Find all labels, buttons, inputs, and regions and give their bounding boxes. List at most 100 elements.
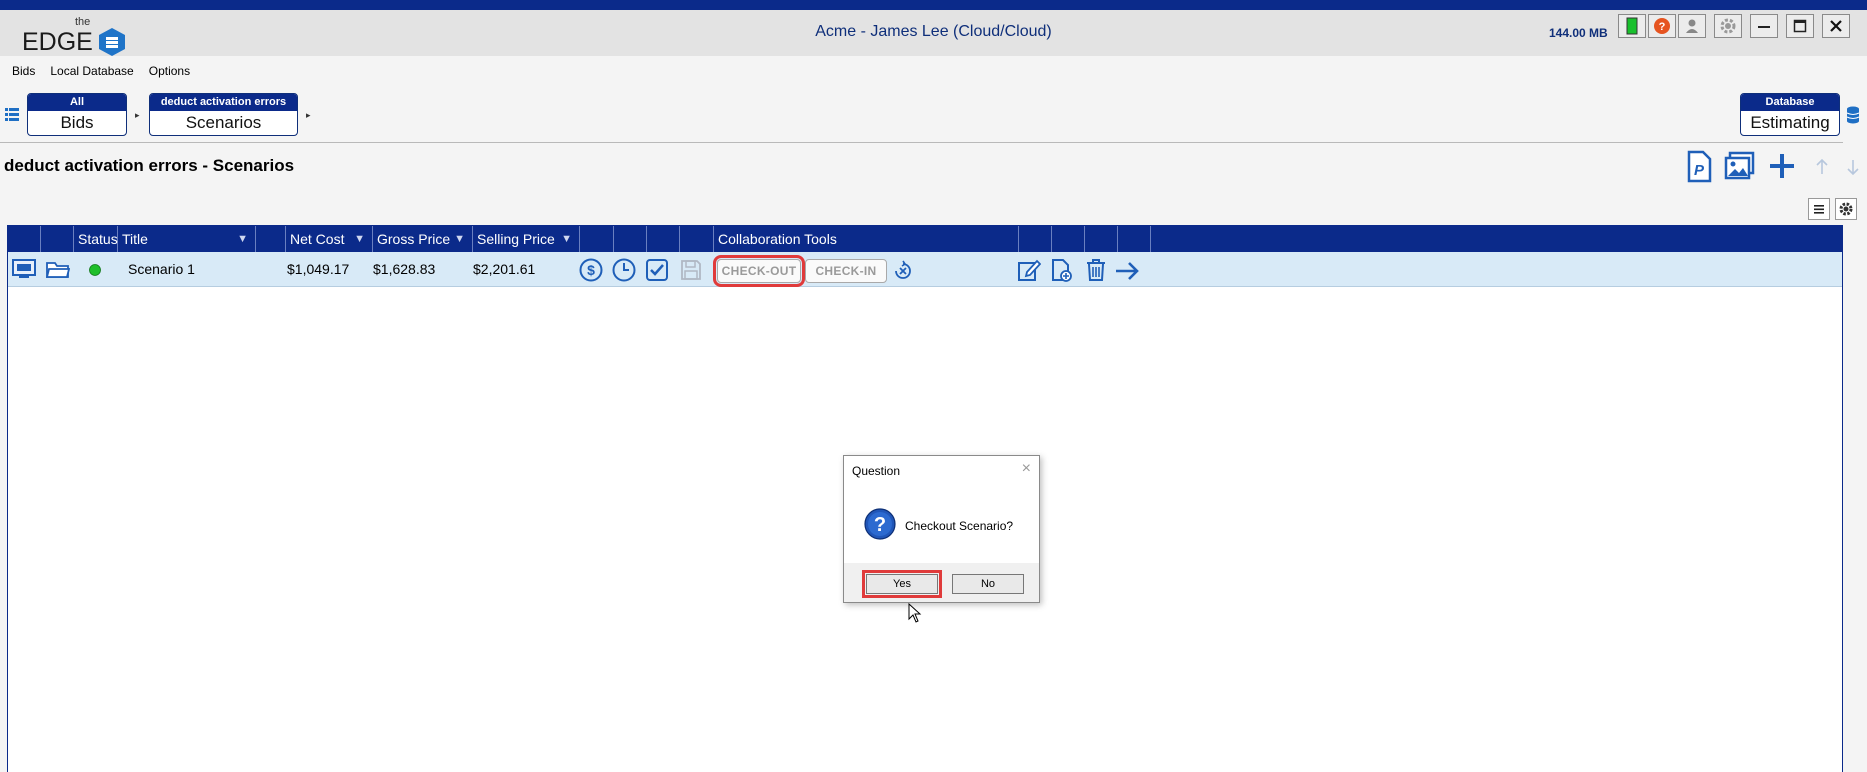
arrow-right-icon[interactable] (1114, 261, 1140, 281)
dialog-message: Checkout Scenario? (905, 519, 1014, 533)
pdf-icon[interactable]: P (1685, 150, 1713, 184)
database-label: Estimating (1750, 113, 1830, 132)
header-selling-price-label: Selling Price (477, 231, 555, 247)
status-dot-icon (89, 264, 101, 276)
up-arrow-icon[interactable] (1815, 158, 1829, 176)
checkbox-icon[interactable] (645, 258, 669, 282)
svg-text:?: ? (874, 514, 886, 536)
top-accent-stripe (0, 0, 1867, 10)
battery-icon (1626, 17, 1638, 35)
scenario-title[interactable]: Scenario 1 (128, 252, 195, 287)
svg-text:?: ? (1659, 21, 1666, 33)
header-net-cost-label: Net Cost (290, 231, 345, 247)
dollar-icon[interactable]: $ (579, 258, 603, 282)
minimize-icon (1758, 26, 1770, 28)
database-selector[interactable]: Database Estimating (1740, 93, 1840, 136)
gross-price-value: $1,628.83 (373, 261, 436, 277)
scenario-screen-icon[interactable] (12, 258, 36, 280)
database-header: Database (1741, 94, 1839, 111)
menu-local-database[interactable]: Local Database (50, 64, 133, 86)
plus-icon[interactable] (1767, 151, 1797, 181)
close-button[interactable] (1822, 14, 1850, 38)
question-icon: ? (864, 508, 896, 540)
mouse-cursor-icon (908, 603, 922, 623)
database-icon[interactable] (1846, 106, 1860, 124)
header-blank-7 (680, 226, 714, 252)
list-icon[interactable] (5, 107, 19, 123)
edit-icon[interactable] (1017, 258, 1041, 282)
header-blank-6 (647, 226, 680, 252)
check-out-button[interactable]: CHECK-OUT (713, 255, 805, 287)
column-menu-button[interactable] (1808, 198, 1830, 220)
menu-bids[interactable]: Bids (12, 64, 35, 86)
header-blank-4 (580, 226, 614, 252)
header-blank-11 (1118, 226, 1151, 252)
down-arrow-icon[interactable] (1846, 158, 1860, 176)
clock-icon[interactable] (612, 258, 636, 282)
header-collaboration-tools[interactable]: Collaboration Tools (714, 226, 1019, 252)
yes-button[interactable]: Yes (862, 570, 942, 598)
header-status[interactable]: Status (74, 226, 118, 252)
filter-icon[interactable]: ▼ (561, 226, 572, 252)
breadcrumb-bids[interactable]: All Bids (27, 93, 127, 136)
folder-icon[interactable] (46, 258, 70, 280)
save-icon[interactable] (679, 258, 703, 282)
header-blank-10 (1085, 226, 1118, 252)
header-separator (0, 142, 1843, 143)
header-title-label: Title (122, 231, 148, 247)
svg-text:P: P (1694, 162, 1705, 179)
user-icon (1686, 19, 1698, 33)
filter-icon[interactable]: ▼ (237, 226, 248, 252)
menu-bar: Bids Local Database Options (0, 64, 193, 86)
breadcrumb-scenarios[interactable]: deduct activation errors Scenarios (149, 93, 298, 136)
grid-header: Status Title ▼ Net Cost ▼ Gross Price ▼ … (8, 226, 1842, 252)
settings-button[interactable] (1714, 14, 1742, 38)
breadcrumb-scenarios-header: deduct activation errors (150, 94, 297, 111)
header-selling-price[interactable]: Selling Price ▼ (473, 226, 580, 252)
title-bar: the EDGE Acme - James Lee (Cloud/Cloud) … (0, 10, 1867, 56)
svg-text:$: $ (587, 262, 595, 278)
undo-checkout-icon[interactable] (892, 260, 914, 282)
gear-icon (1839, 202, 1853, 216)
close-icon[interactable]: × (1022, 460, 1031, 478)
menu-icon (1814, 205, 1824, 214)
help-button[interactable]: ? (1648, 14, 1676, 38)
breadcrumb-bids-header: All (28, 94, 126, 111)
maximize-button[interactable] (1786, 14, 1814, 38)
header-gross-price-label: Gross Price (377, 231, 451, 247)
breadcrumb-chevron-icon: ▸ (306, 110, 311, 120)
grid-settings-button[interactable] (1835, 198, 1857, 220)
checkout-question-dialog: Question × ? Checkout Scenario? Yes No (843, 455, 1040, 603)
breadcrumb-bids-label: Bids (60, 113, 94, 132)
header-blank-1 (8, 226, 41, 252)
delete-icon[interactable] (1085, 258, 1107, 282)
close-icon (1830, 20, 1842, 32)
filter-icon[interactable]: ▼ (454, 226, 465, 252)
header-gross-price[interactable]: Gross Price ▼ (373, 226, 473, 252)
header-blank-5 (614, 226, 647, 252)
dialog-title: Question (852, 464, 901, 478)
maximize-icon (1793, 19, 1807, 33)
header-blank-9 (1052, 226, 1085, 252)
help-icon: ? (1654, 18, 1670, 34)
memory-usage: 144.00 MB (1549, 26, 1608, 40)
menu-options[interactable]: Options (149, 64, 190, 86)
user-button[interactable] (1678, 14, 1706, 38)
page-title: deduct activation errors - Scenarios (4, 156, 295, 175)
table-row[interactable]: Scenario 1 $1,049.17 $1,628.83 $2,201.61… (8, 252, 1842, 287)
gear-icon (1720, 18, 1736, 34)
image-icon[interactable] (1724, 150, 1756, 182)
header-blank-3 (256, 226, 286, 252)
breadcrumb-chevron-icon: ▸ (135, 110, 140, 120)
net-cost-value: $1,049.17 (287, 261, 350, 277)
header-blank-8 (1019, 226, 1052, 252)
header-net-cost[interactable]: Net Cost ▼ (286, 226, 373, 252)
filter-icon[interactable]: ▼ (354, 226, 365, 252)
minimize-button[interactable] (1750, 14, 1778, 38)
status-indicator-button[interactable] (1618, 14, 1646, 38)
breadcrumb-scenarios-label: Scenarios (185, 113, 262, 132)
check-in-button[interactable]: CHECK-IN (805, 259, 887, 283)
header-title[interactable]: Title ▼ (118, 226, 256, 252)
no-button[interactable]: No (952, 574, 1024, 594)
copy-document-icon[interactable] (1051, 258, 1073, 282)
